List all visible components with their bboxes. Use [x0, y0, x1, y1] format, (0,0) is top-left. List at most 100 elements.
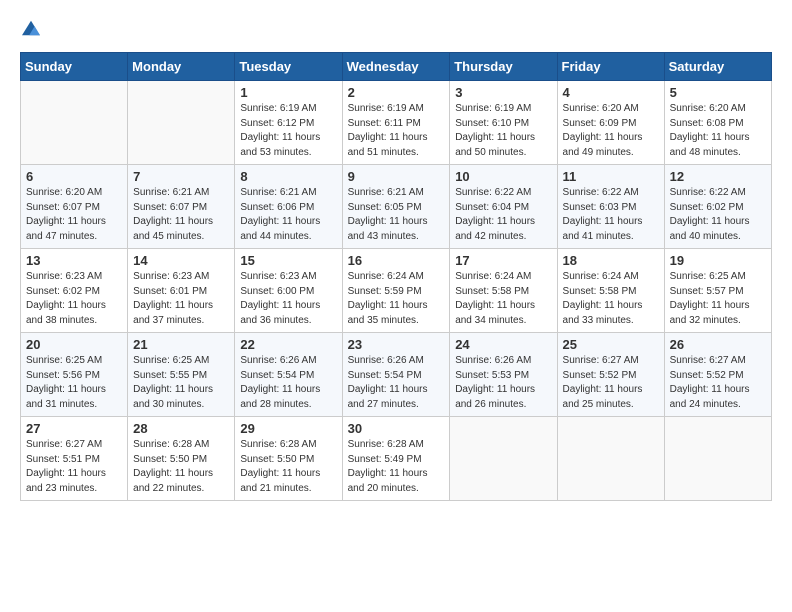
day-number: 30 [348, 421, 445, 436]
calendar-cell: 2Sunrise: 6:19 AM Sunset: 6:11 PM Daylig… [342, 81, 450, 165]
calendar-week-row: 27Sunrise: 6:27 AM Sunset: 5:51 PM Dayli… [21, 417, 772, 501]
calendar-cell: 4 Sunrise: 6:20 AM Sunset: 6:09 PM Daylig… [557, 81, 664, 165]
day-number: 16 [348, 253, 445, 268]
calendar-week-row: 1 Sunrise: 6:19 AM Sunset: 6:12 PM Daylig… [21, 81, 772, 165]
day-info: Sunrise: 6:24 AM Sunset: 5:58 PM Dayligh… [563, 270, 659, 328]
day-number: 7 [133, 169, 229, 184]
day-info: Sunrise: 6:20 AM Sunset: 6:09 PM Dayligh… [563, 102, 659, 160]
calendar-cell: 29 Sunrise: 6:28 AM Sunset: 5:50 PM Dayli… [235, 417, 342, 501]
day-info: Sunrise: 6:28 AM Sunset: 5:50 PM Dayligh… [240, 438, 336, 496]
calendar-cell: 1 Sunrise: 6:19 AM Sunset: 6:12 PM Daylig… [235, 81, 342, 165]
day-info: Sunrise: 6:23 AM Sunset: 6:01 PM Dayligh… [133, 270, 229, 328]
day-number: 20 [26, 337, 122, 352]
calendar-cell: 21 Sunrise: 6:25 AM Sunset: 5:55 PM Dayli… [128, 333, 235, 417]
column-header-sunday: Sunday [21, 53, 128, 81]
day-info: Sunrise: 6:22 AM Sunset: 6:04 PM Dayligh… [455, 186, 551, 244]
calendar-cell: 10 Sunrise: 6:22 AM Sunset: 6:04 PM Dayli… [450, 165, 557, 249]
calendar-cell: 19 Sunrise: 6:25 AM Sunset: 5:57 PM Dayli… [664, 249, 771, 333]
day-info: Sunrise: 6:22 AM Sunset: 6:02 PM Dayligh… [670, 186, 766, 244]
day-info: Sunrise: 6:24 AM Sunset: 5:59 PM Dayligh… [348, 270, 445, 328]
calendar-cell: 11 Sunrise: 6:22 AM Sunset: 6:03 PM Dayli… [557, 165, 664, 249]
day-number: 3 [455, 85, 551, 100]
calendar-cell [128, 81, 235, 165]
column-header-wednesday: Wednesday [342, 53, 450, 81]
day-info: Sunrise: 6:25 AM Sunset: 5:57 PM Dayligh… [670, 270, 766, 328]
day-info: Sunrise: 6:27 AM Sunset: 5:51 PM Dayligh… [26, 438, 122, 496]
calendar-table: SundayMondayTuesdayWednesdayThursdayFrid… [20, 52, 772, 501]
calendar-cell: 9Sunrise: 6:21 AM Sunset: 6:05 PM Daylig… [342, 165, 450, 249]
calendar-cell: 20 Sunrise: 6:25 AM Sunset: 5:56 PM Dayli… [21, 333, 128, 417]
day-number: 21 [133, 337, 229, 352]
day-number: 1 [240, 85, 336, 100]
day-number: 5 [670, 85, 766, 100]
header [20, 20, 772, 36]
calendar-cell: 6 Sunrise: 6:20 AM Sunset: 6:07 PM Daylig… [21, 165, 128, 249]
calendar-cell: 22 Sunrise: 6:26 AM Sunset: 5:54 PM Dayli… [235, 333, 342, 417]
day-info: Sunrise: 6:27 AM Sunset: 5:52 PM Dayligh… [563, 354, 659, 412]
day-info: Sunrise: 6:22 AM Sunset: 6:03 PM Dayligh… [563, 186, 659, 244]
calendar-cell [557, 417, 664, 501]
day-info: Sunrise: 6:24 AM Sunset: 5:58 PM Dayligh… [455, 270, 551, 328]
day-info: Sunrise: 6:25 AM Sunset: 5:56 PM Dayligh… [26, 354, 122, 412]
day-number: 6 [26, 169, 122, 184]
day-number: 24 [455, 337, 551, 352]
day-number: 17 [455, 253, 551, 268]
calendar-cell: 27Sunrise: 6:27 AM Sunset: 5:51 PM Dayli… [21, 417, 128, 501]
day-number: 28 [133, 421, 229, 436]
calendar-cell [21, 81, 128, 165]
calendar-cell: 12 Sunrise: 6:22 AM Sunset: 6:02 PM Dayli… [664, 165, 771, 249]
calendar-cell: 24Sunrise: 6:26 AM Sunset: 5:53 PM Dayli… [450, 333, 557, 417]
day-number: 26 [670, 337, 766, 352]
calendar-cell: 17 Sunrise: 6:24 AM Sunset: 5:58 PM Dayli… [450, 249, 557, 333]
calendar-cell: 13Sunrise: 6:23 AM Sunset: 6:02 PM Dayli… [21, 249, 128, 333]
day-info: Sunrise: 6:19 AM Sunset: 6:12 PM Dayligh… [240, 102, 336, 160]
day-number: 11 [563, 169, 659, 184]
day-info: Sunrise: 6:19 AM Sunset: 6:11 PM Dayligh… [348, 102, 445, 160]
calendar-cell [664, 417, 771, 501]
day-info: Sunrise: 6:23 AM Sunset: 6:00 PM Dayligh… [240, 270, 336, 328]
calendar-cell: 5Sunrise: 6:20 AM Sunset: 6:08 PM Daylig… [664, 81, 771, 165]
day-number: 29 [240, 421, 336, 436]
day-info: Sunrise: 6:26 AM Sunset: 5:54 PM Dayligh… [240, 354, 336, 412]
day-info: Sunrise: 6:20 AM Sunset: 6:07 PM Dayligh… [26, 186, 122, 244]
day-number: 22 [240, 337, 336, 352]
day-number: 25 [563, 337, 659, 352]
calendar-week-row: 6 Sunrise: 6:20 AM Sunset: 6:07 PM Daylig… [21, 165, 772, 249]
calendar-cell: 7Sunrise: 6:21 AM Sunset: 6:07 PM Daylig… [128, 165, 235, 249]
day-number: 12 [670, 169, 766, 184]
logo-icon [22, 20, 40, 36]
calendar-week-row: 13Sunrise: 6:23 AM Sunset: 6:02 PM Dayli… [21, 249, 772, 333]
day-number: 10 [455, 169, 551, 184]
day-info: Sunrise: 6:25 AM Sunset: 5:55 PM Dayligh… [133, 354, 229, 412]
day-number: 15 [240, 253, 336, 268]
logo [20, 20, 40, 36]
calendar-cell: 15 Sunrise: 6:23 AM Sunset: 6:00 PM Dayli… [235, 249, 342, 333]
calendar-cell: 18 Sunrise: 6:24 AM Sunset: 5:58 PM Dayli… [557, 249, 664, 333]
column-header-friday: Friday [557, 53, 664, 81]
column-header-saturday: Saturday [664, 53, 771, 81]
calendar-cell: 16 Sunrise: 6:24 AM Sunset: 5:59 PM Dayli… [342, 249, 450, 333]
column-header-thursday: Thursday [450, 53, 557, 81]
calendar-cell: 23 Sunrise: 6:26 AM Sunset: 5:54 PM Dayli… [342, 333, 450, 417]
day-number: 18 [563, 253, 659, 268]
day-info: Sunrise: 6:26 AM Sunset: 5:54 PM Dayligh… [348, 354, 445, 412]
day-info: Sunrise: 6:21 AM Sunset: 6:05 PM Dayligh… [348, 186, 445, 244]
day-number: 8 [240, 169, 336, 184]
calendar-cell: 26 Sunrise: 6:27 AM Sunset: 5:52 PM Dayli… [664, 333, 771, 417]
calendar-cell: 3Sunrise: 6:19 AM Sunset: 6:10 PM Daylig… [450, 81, 557, 165]
day-number: 19 [670, 253, 766, 268]
day-number: 4 [563, 85, 659, 100]
calendar-cell: 8 Sunrise: 6:21 AM Sunset: 6:06 PM Daylig… [235, 165, 342, 249]
day-info: Sunrise: 6:27 AM Sunset: 5:52 PM Dayligh… [670, 354, 766, 412]
calendar-cell: 28 Sunrise: 6:28 AM Sunset: 5:50 PM Dayli… [128, 417, 235, 501]
day-info: Sunrise: 6:23 AM Sunset: 6:02 PM Dayligh… [26, 270, 122, 328]
calendar-cell: 25 Sunrise: 6:27 AM Sunset: 5:52 PM Dayli… [557, 333, 664, 417]
calendar-body: 1 Sunrise: 6:19 AM Sunset: 6:12 PM Daylig… [21, 81, 772, 501]
column-header-monday: Monday [128, 53, 235, 81]
column-header-tuesday: Tuesday [235, 53, 342, 81]
day-number: 23 [348, 337, 445, 352]
day-info: Sunrise: 6:28 AM Sunset: 5:50 PM Dayligh… [133, 438, 229, 496]
calendar-cell: 30Sunrise: 6:28 AM Sunset: 5:49 PM Dayli… [342, 417, 450, 501]
day-number: 14 [133, 253, 229, 268]
day-info: Sunrise: 6:21 AM Sunset: 6:06 PM Dayligh… [240, 186, 336, 244]
